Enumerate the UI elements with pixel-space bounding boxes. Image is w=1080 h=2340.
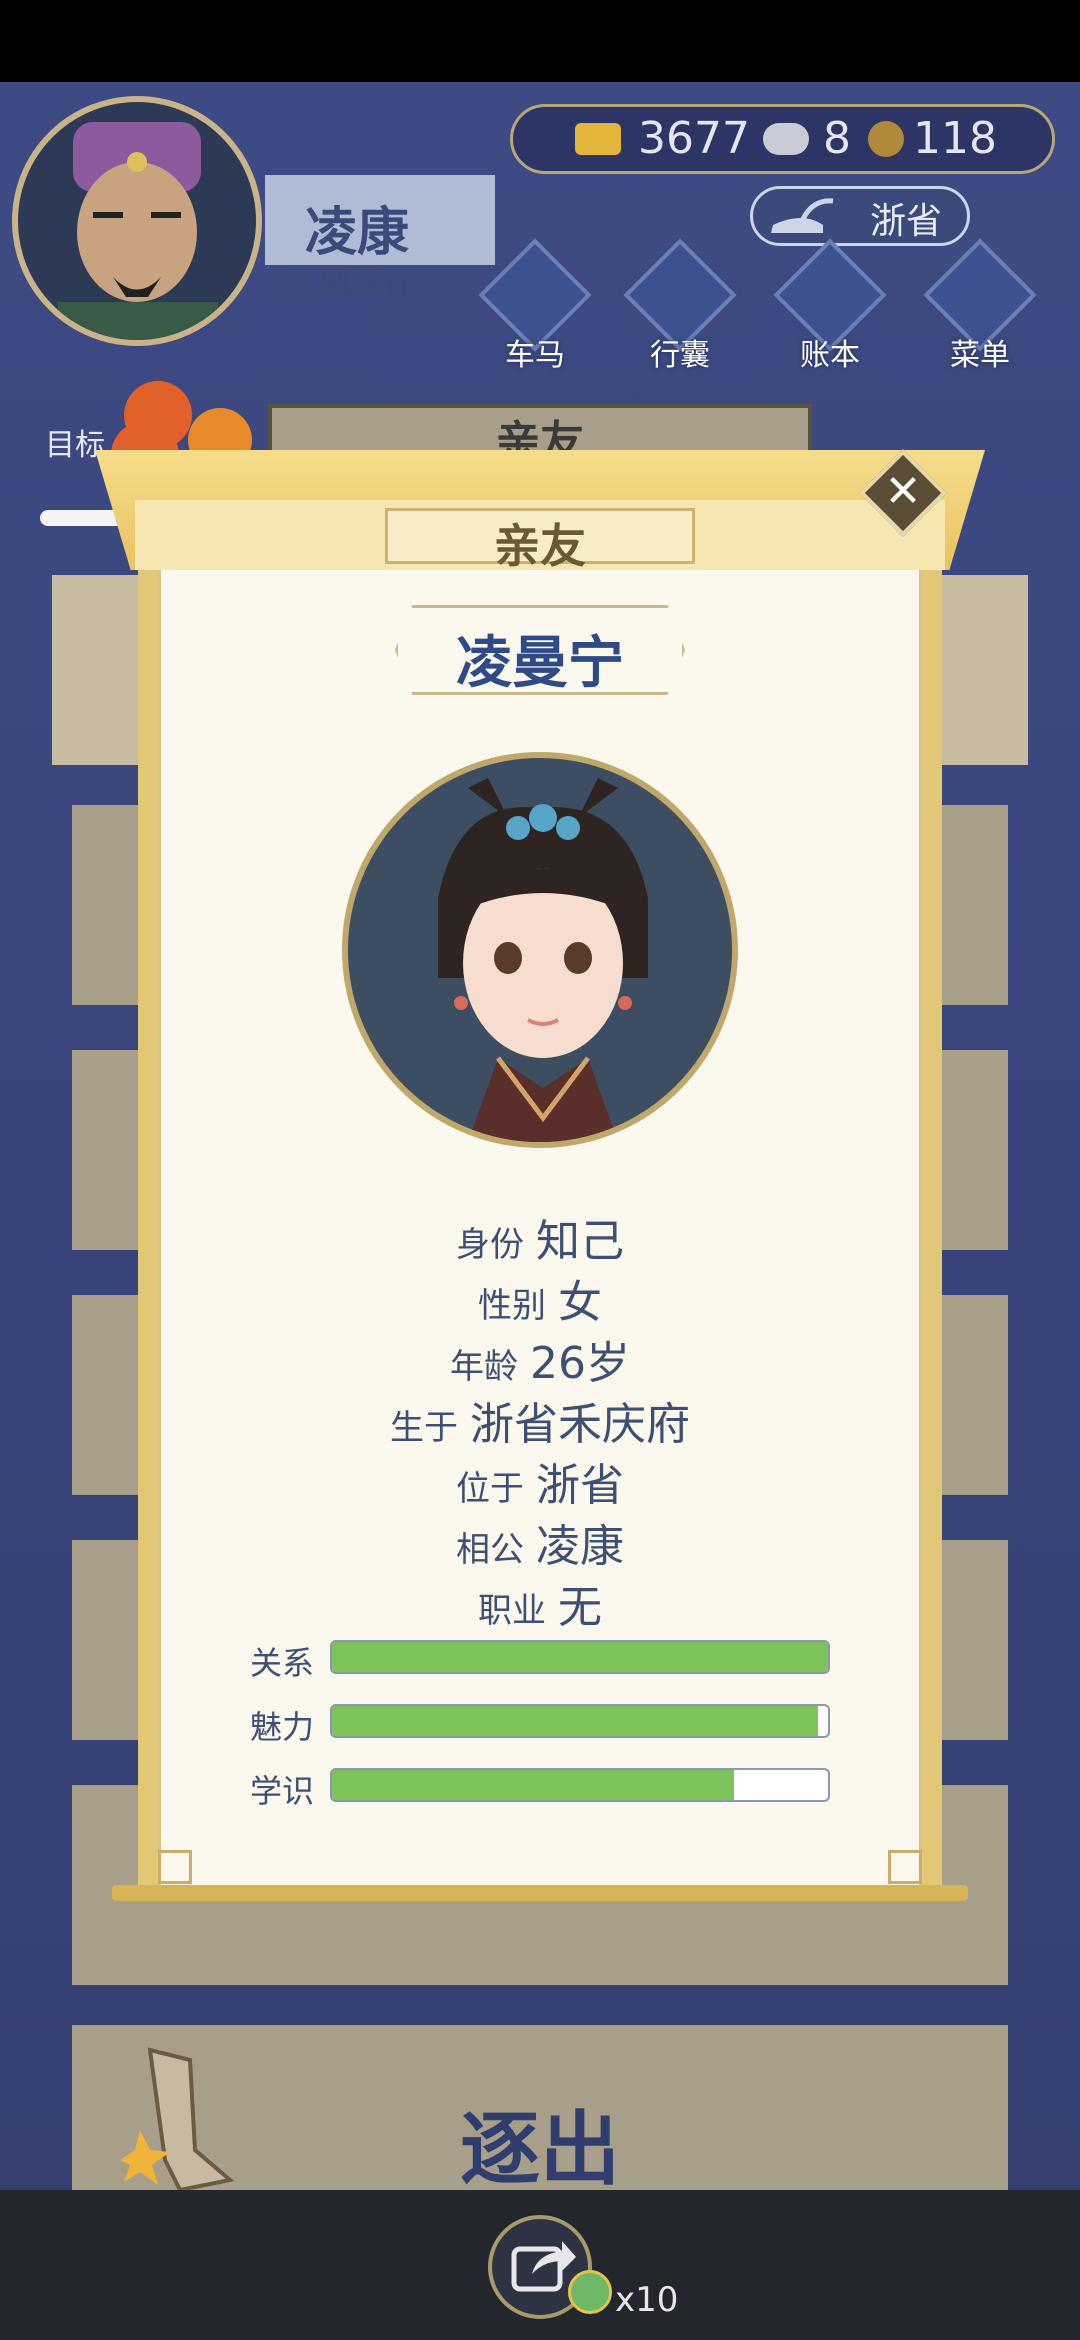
relationship-bar-fill bbox=[332, 1642, 828, 1672]
info-value: 无 bbox=[558, 1582, 602, 1633]
info-row-husband: 相公 凌康 bbox=[158, 1510, 922, 1574]
stat-label-relationship: 关系 bbox=[250, 1644, 315, 1682]
gold-ingot-icon bbox=[575, 123, 621, 155]
player-name: 凌康 bbox=[305, 203, 410, 263]
coin-amount: 118 bbox=[913, 113, 997, 164]
info-row-location: 位于 浙省 bbox=[158, 1449, 922, 1513]
info-value: 女 bbox=[558, 1277, 602, 1328]
carriage-button[interactable]: 车马 bbox=[478, 238, 592, 373]
info-row-age: 年龄 26岁 bbox=[158, 1327, 922, 1391]
knowledge-bar bbox=[330, 1768, 830, 1802]
relationship-bar bbox=[330, 1640, 830, 1674]
carriage-label: 车马 bbox=[505, 338, 565, 373]
bag-button[interactable]: 行囊 bbox=[623, 238, 737, 373]
copper-coin-icon bbox=[868, 121, 904, 157]
currency-bar: 3677 8 118 bbox=[510, 104, 1055, 174]
info-value: 26岁 bbox=[530, 1338, 630, 1389]
info-row-birthplace: 生于 浙省禾庆府 bbox=[158, 1388, 922, 1452]
info-key: 年龄 bbox=[450, 1347, 518, 1387]
info-value: 浙省禾庆府 bbox=[470, 1399, 690, 1450]
stat-label-charm: 魅力 bbox=[250, 1708, 315, 1746]
silver-ingot-icon bbox=[763, 123, 809, 155]
evict-label: 逐出 bbox=[460, 2103, 620, 2196]
info-row-gender: 性别女 bbox=[158, 1266, 922, 1330]
silver-amount: 8 bbox=[823, 113, 851, 164]
ledger-button[interactable]: 账本 bbox=[773, 238, 887, 373]
charm-bar bbox=[330, 1704, 830, 1738]
info-key: 身份 bbox=[456, 1225, 524, 1265]
charm-bar-fill bbox=[332, 1706, 819, 1736]
knowledge-bar-fill bbox=[332, 1770, 734, 1800]
info-value: 凌康 bbox=[536, 1521, 624, 1572]
modal-title: 亲友 bbox=[494, 519, 586, 573]
modal-bottom-rod bbox=[112, 1885, 968, 1901]
player-avatar-art bbox=[58, 122, 218, 340]
character-name: 凌曼宁 bbox=[456, 631, 624, 696]
menu-label: 菜单 bbox=[950, 338, 1010, 373]
ledger-label: 账本 bbox=[800, 338, 860, 373]
modal-corner-ornament bbox=[888, 1850, 922, 1884]
bag-label: 行囊 bbox=[650, 338, 710, 373]
iron-icon bbox=[771, 198, 834, 233]
info-key: 生于 bbox=[390, 1408, 458, 1448]
share-count: x10 bbox=[615, 2280, 679, 2320]
info-key: 性别 bbox=[478, 1286, 546, 1326]
info-row-occupation: 职业无 bbox=[158, 1571, 922, 1635]
modal-corner-ornament bbox=[158, 1850, 192, 1884]
info-value: 浙省 bbox=[536, 1460, 624, 1511]
region-label: 浙省 bbox=[870, 201, 943, 242]
info-key: 职业 bbox=[478, 1591, 546, 1631]
character-portrait bbox=[342, 752, 738, 1148]
player-title: 玉雕学徒 bbox=[288, 266, 417, 304]
status-bar bbox=[0, 0, 1080, 82]
gold-amount: 3677 bbox=[638, 113, 750, 164]
kick-boot-icon bbox=[120, 2047, 235, 2193]
character-portrait-art bbox=[438, 778, 648, 1142]
close-icon[interactable]: ✕ bbox=[877, 466, 929, 518]
info-row-identity: 身份 知己 bbox=[158, 1205, 922, 1269]
info-key: 位于 bbox=[456, 1469, 524, 1509]
jade-token-icon bbox=[568, 2270, 612, 2314]
info-value: 知己 bbox=[536, 1216, 624, 1267]
info-key: 相公 bbox=[456, 1530, 524, 1570]
menu-button[interactable]: 菜单 bbox=[923, 238, 1037, 373]
player-avatar[interactable] bbox=[12, 96, 262, 346]
stat-label-knowledge: 学识 bbox=[250, 1772, 315, 1810]
